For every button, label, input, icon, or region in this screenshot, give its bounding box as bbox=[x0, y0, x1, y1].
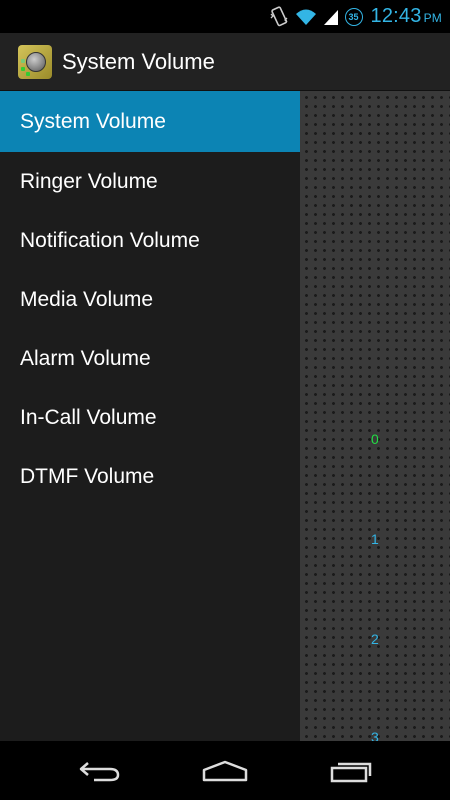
drawer-item-in-call-volume[interactable]: In-Call Volume bbox=[0, 388, 300, 447]
drawer-item-dtmf-volume[interactable]: DTMF Volume bbox=[0, 447, 300, 506]
notification-badge: 35 bbox=[344, 7, 363, 26]
volume-level-0[interactable]: 0 bbox=[371, 431, 379, 447]
drawer-item-system-volume[interactable]: System Volume bbox=[0, 91, 300, 152]
volume-level-1[interactable]: 1 bbox=[371, 531, 379, 547]
page-title: System Volume bbox=[62, 48, 215, 74]
drawer-item-ringer-volume[interactable]: Ringer Volume bbox=[0, 152, 300, 211]
recents-icon bbox=[330, 762, 372, 782]
home-icon bbox=[202, 760, 248, 781]
main-content: 0 1 2 3 System Volume Ringer Volume Noti… bbox=[0, 91, 450, 745]
home-button[interactable] bbox=[180, 741, 270, 800]
status-icons: 35 12:43 PM bbox=[269, 0, 442, 33]
recents-button[interactable] bbox=[306, 741, 396, 800]
action-bar: System Volume bbox=[0, 33, 450, 91]
status-bar: 35 12:43 PM bbox=[0, 0, 450, 33]
vibrate-icon bbox=[270, 5, 287, 26]
drawer-item-alarm-volume[interactable]: Alarm Volume bbox=[0, 329, 300, 388]
system-nav-bar bbox=[0, 741, 450, 800]
volume-level-2[interactable]: 2 bbox=[371, 631, 379, 647]
drawer-item-media-volume[interactable]: Media Volume bbox=[0, 270, 300, 329]
wifi-icon bbox=[295, 9, 316, 25]
back-icon bbox=[79, 761, 120, 781]
volume-knob-icon[interactable] bbox=[18, 44, 52, 79]
back-button[interactable] bbox=[55, 741, 145, 800]
navigation-drawer: System Volume Ringer Volume Notification… bbox=[0, 91, 300, 741]
signal-icon bbox=[323, 9, 338, 25]
status-clock: 12:43 PM bbox=[370, 5, 442, 27]
drawer-item-notification-volume[interactable]: Notification Volume bbox=[0, 211, 300, 270]
